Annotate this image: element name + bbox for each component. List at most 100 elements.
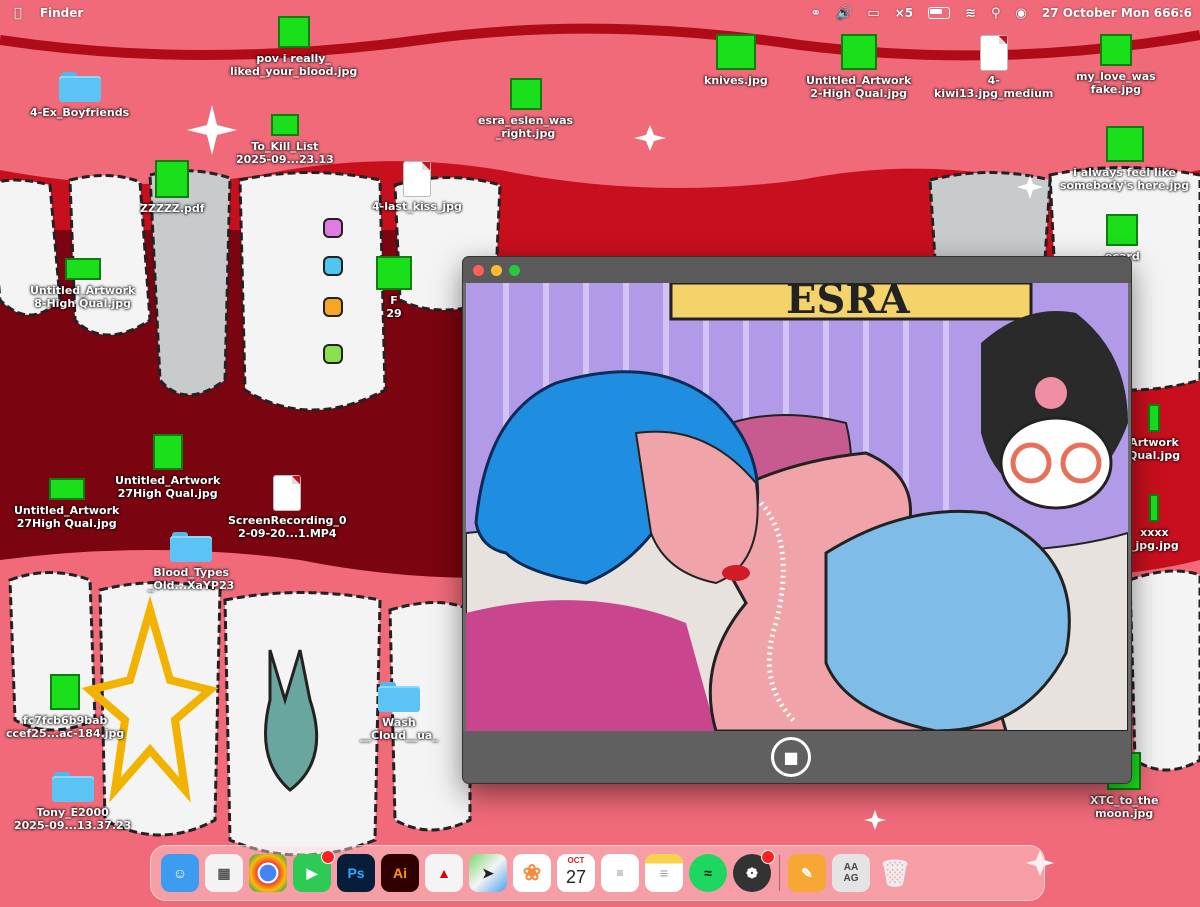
desktop-icon-zzzzz[interactable]: ZZZZZ.pdf [140,160,205,215]
aperture-icon[interactable]: ❁ [733,850,775,892]
desktop-icon-untitled-27b[interactable]: Untitled_Artwork 27High Qual.jpg [14,478,119,530]
sticker-icon [323,218,343,238]
image-file-icon [1148,404,1161,432]
desktop-icon-label: Untitled_Artwork 27High Qual.jpg [115,474,221,500]
desktop-icon-label: F 29 [386,294,402,320]
desktop-icon-tony[interactable]: Tony_E2000 2025-09...13.37.23 [14,770,131,832]
desktop-icon-label: Tony_E2000 2025-09...13.37.23 [14,806,132,832]
image-file-icon [1105,126,1144,162]
desktop-icon-label: knives.jpg [704,74,768,87]
desktop-icon-label: XTC_to_the moon.jpg [1090,794,1159,820]
desktop-icon-label: pov i really_ liked_your_blood.jpg [230,52,358,78]
app-menu-finder[interactable]: Finder [40,6,84,20]
image-file-icon [277,16,310,48]
desktop-icon-knives[interactable]: knives.jpg [704,34,768,87]
window-titlebar[interactable] [463,257,1131,283]
image-file-icon [1099,34,1132,66]
desktop-icon-label: Artwork Qual.jpg [1128,436,1181,462]
close-button[interactable] [473,264,484,276]
preview-window[interactable]: ESRA ■ [463,257,1131,783]
image-file-icon [509,78,542,110]
search-icon[interactable]: ⚲ [991,7,1001,20]
wifi-icon[interactable]: ≋ [965,7,976,20]
finder-icon[interactable]: ☺ [161,854,199,892]
desktop-icon-folder-wash[interactable]: Wash __Cloud__ua_ [360,680,438,742]
control-center-icon[interactable]: ◉ [1016,7,1027,20]
desktop-icon-my-love[interactable]: my_love_was fake.jpg [1076,34,1156,96]
folder-icon [170,530,213,562]
illustrator-icon[interactable]: Ai [381,854,419,892]
desktop-icon-untitled-hq-top[interactable]: Untitled_Artwork 2-High Qual.jpg [806,34,911,100]
folder-icon [377,680,420,712]
desktop-icon-pov[interactable]: pov i really_ liked_your_blood.jpg [230,16,357,78]
zoom-button[interactable] [509,264,520,276]
apple-icon[interactable]:  [14,7,22,20]
desktop-icon-label: esra_eslen_was _right.jpg [478,114,574,140]
acrobat-icon[interactable]: ▲ [425,854,463,892]
document-icon [980,36,1007,70]
calendar-month: OCT [567,856,585,865]
sticker-icon [323,297,343,317]
notes-icon[interactable]: ≡ [645,854,683,892]
desktop-icon-always-feel[interactable]: i always feel like somebody's here.jpg [1060,126,1189,192]
trash-icon[interactable]: 🗑 [876,854,914,892]
image-file-icon [376,256,412,290]
reminders-icon[interactable]: ≡ [601,854,639,892]
volume-icon[interactable]: 🔊 [836,7,852,20]
desktop-icon-untitled-8[interactable]: Untitled_Artwork 8-High Qual.jpg [30,258,135,310]
battery-icon[interactable] [928,7,951,19]
desktop-icon-label: 4- kiwi13.jpg_medium [934,74,1054,100]
video-camera-icon: ■ [783,747,799,767]
image-file-icon [48,478,85,500]
sticker-icon [323,256,343,276]
record-video-button[interactable]: ■ [771,737,811,777]
desktop-icon-right-xxxx[interactable]: xxxx _jpg.jpg [1130,494,1179,552]
desktop-icon-untitled-27a[interactable]: Untitled_Artwork 27High Qual.jpg [115,434,220,500]
desktop-icon-label: fc7fcb6b9bab ccef25...ac-184.jpg [6,714,125,740]
launchpad-icon[interactable]: ▦ [205,854,243,892]
image-file-icon [155,160,190,198]
spotify-icon[interactable]: ≈ [689,854,727,892]
pages-icon[interactable]: ✎ [788,854,826,892]
desktop-icon-blood-types[interactable]: Blood_Types _Old...XaYP23 [148,530,234,592]
calendar-icon[interactable]: OCT 27 [557,854,595,892]
sticker-icon [323,344,343,364]
vpn-status[interactable]: ×5 [895,6,913,20]
calendar-day: 27 [565,866,587,887]
screen-mirroring-icon[interactable]: ▭ [867,7,879,20]
desktop-icon-label: Untitled_Artwork 2-High Qual.jpg [806,74,912,100]
image-file-icon [152,434,183,470]
desktop-icon-label: i always feel like somebody's here.jpg [1060,166,1190,192]
desktop-icon-screen-recording[interactable]: ScreenRecording_0 2-09-20...1.MP4 [228,476,347,540]
desktop-icon-right-artwork[interactable]: Artwork Qual.jpg [1128,404,1180,462]
desktop-icon-f-29[interactable]: F 29 [376,256,412,320]
desktop-icon-to-kill-list[interactable]: To_Kill_List 2025-09...23.13 [236,114,334,166]
dock: ☺ ▦ ▶ Ps Ai ▲ ➤ ❀ OCT 27 ≡ ≡ ≈ ❁ ✎ AA AG… [150,845,1045,901]
facetime-icon[interactable]: ▶ [293,850,335,892]
desktop-icon-label: xxxx _jpg.jpg [1130,526,1179,552]
fontbook-icon[interactable]: AA AG [832,854,870,892]
minimize-button[interactable] [491,264,502,276]
desktop-icon-last-kiss[interactable]: 4-last_kiss_jpg [372,162,462,213]
artwork-banner-text: ESRA [786,283,911,323]
desktop-icon-label: To_Kill_List 2025-09...23.13 [236,140,334,166]
desktop-icon-fc7[interactable]: fc7fcb6b9bab ccef25...ac-184.jpg [6,674,124,740]
image-file-icon [270,114,299,136]
image-file-icon [840,34,877,70]
desktop-icon-label: my_love_was fake.jpg [1076,70,1156,96]
photos-icon[interactable]: ❀ [513,854,551,892]
maps-icon[interactable]: ➤ [469,854,507,892]
desktop-icon-label: Untitled_Artwork 8-High Qual.jpg [30,284,136,310]
desktop-icon-ex-boyfriends[interactable]: 4-Ex_Boyfriends [30,70,129,119]
photoshop-icon[interactable]: Ps [337,854,375,892]
desktop-icon-kiwi[interactable]: 4- kiwi13.jpg_medium [934,36,1053,100]
desktop-icon-label: Untitled_Artwork 27High Qual.jpg [14,504,120,530]
image-file-icon [715,34,756,70]
creative-cloud-icon[interactable]: ⚭ [810,7,821,20]
desktop-icon-right-word[interactable]: ecard [1105,214,1140,263]
chrome-icon[interactable] [249,854,287,892]
menubar-clock[interactable]: 27 October Mon 666:6 [1042,6,1192,20]
folder-icon [51,770,94,802]
desktop-icon-esra[interactable]: esra_eslen_was _right.jpg [478,78,573,140]
document-icon [403,162,430,196]
